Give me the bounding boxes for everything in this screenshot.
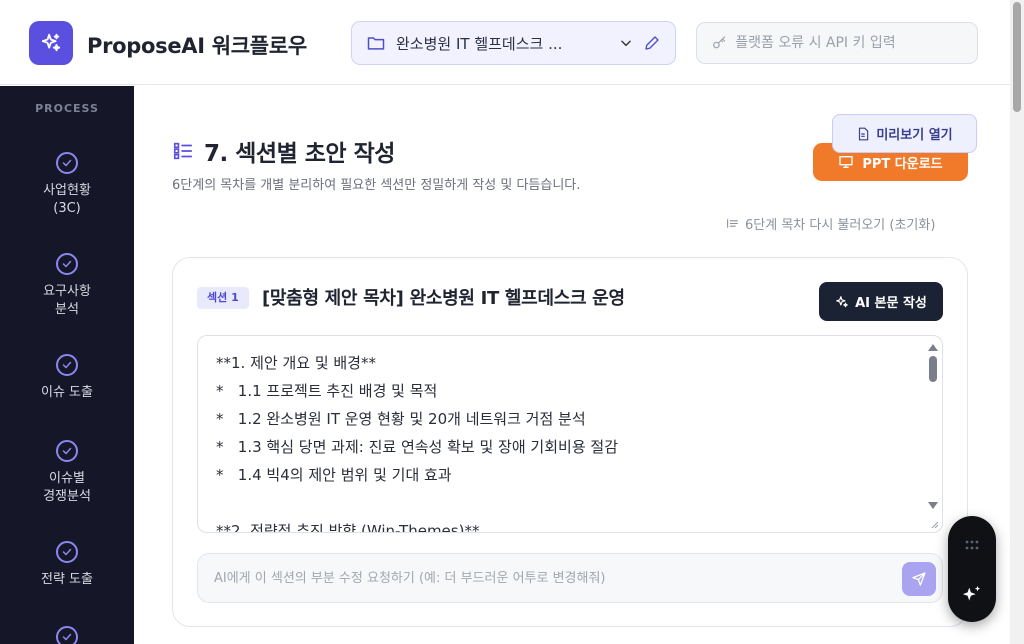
preview-open-label: 미리보기 열기 [876, 128, 953, 143]
sidebar-item-next[interactable] [0, 626, 134, 644]
sidebar-item-strategy[interactable]: 전략 도출 [0, 541, 134, 589]
sidebar-item-label: 분석 [55, 302, 79, 317]
main-content: 7. 섹션별 초안 작성 6단계의 목차를 개별 분리하여 필요한 섹션만 정밀… [134, 86, 1010, 644]
sidebar-item-issues[interactable]: 이슈 도출 [0, 354, 134, 402]
editor-content[interactable]: **1. 제안 개요 및 배경** * 1.1 프로젝트 추진 배경 및 목적 … [198, 349, 618, 533]
page-title-row: 7. 섹션별 초안 작성 [172, 134, 395, 168]
sidebar-item-label: 전략 도출 [41, 572, 93, 587]
page-scroll-thumb[interactable] [1013, 2, 1021, 112]
list-icon [173, 142, 193, 160]
reload-toc-link[interactable]: 6단계 목차 다시 불러오기 (초기화) [726, 214, 935, 233]
check-circle-icon [56, 152, 78, 174]
sidebar-item-label: 이슈 도출 [41, 385, 93, 400]
editor-scrollbar[interactable] [926, 340, 940, 530]
ppt-download-label: PPT 다운로드 [862, 156, 943, 172]
scroll-up-arrow[interactable] [928, 344, 938, 351]
sidebar-item-competition[interactable]: 이슈별 경쟁분석 [0, 440, 134, 506]
page-title: 7. 섹션별 초안 작성 [204, 141, 395, 167]
check-circle-icon [56, 354, 78, 376]
ai-edit-request-field[interactable] [197, 553, 943, 603]
editor-line: **2. 전략적 추진 방향 (Win-Themes)** [216, 522, 480, 533]
document-icon [859, 127, 869, 140]
app-logo [29, 21, 73, 65]
chevron-down-icon[interactable] [619, 36, 633, 50]
section-badge: 섹션 1 [197, 287, 249, 309]
api-key-field[interactable] [696, 22, 978, 64]
project-selector[interactable]: 완소병원 IT 헬프데스크 ... [351, 21, 676, 65]
check-circle-icon [56, 626, 78, 644]
sidebar-heading: PROCESS [35, 102, 99, 115]
sidebar-item-requirements[interactable]: 요구사항 분석 [0, 253, 134, 319]
sidebar-item-label: (3C) [53, 201, 81, 216]
sidebar-item-label: 사업현황 [43, 183, 91, 198]
app-title: ProposeAI 워크플로우 [87, 34, 307, 58]
sidebar-item-label: 요구사항 [43, 284, 91, 299]
sparkle-icon [41, 33, 61, 52]
key-icon [713, 36, 726, 49]
project-name: 완소병원 IT 헬프데스크 ... [396, 34, 563, 53]
section-editor[interactable]: **1. 제안 개요 및 배경** * 1.1 프로젝트 추진 배경 및 목적 … [197, 335, 943, 533]
sidebar-item-business-status[interactable]: 사업현황 (3C) [0, 152, 134, 218]
editor-line: * 1.2 완소병원 IT 운영 현황 및 20개 네트워크 거점 분석 [216, 410, 586, 428]
pencil-icon[interactable] [643, 34, 661, 52]
ai-write-button[interactable]: AI 본문 작성 [819, 282, 943, 321]
scroll-down-arrow[interactable] [928, 502, 938, 509]
editor-line: * 1.1 프로젝트 추진 배경 및 목적 [216, 382, 438, 400]
ai-edit-request-input[interactable] [214, 570, 894, 586]
preview-open-button[interactable]: 미리보기 열기 [832, 114, 977, 153]
sparkle-icon [836, 295, 848, 307]
process-sidebar: PROCESS 사업현황 (3C) 요구사항 분석 이슈 도출 이슈별 경쟁분석… [0, 86, 134, 644]
page-scrollbar[interactable] [1010, 0, 1024, 644]
folder-icon [367, 37, 385, 50]
resize-grip-icon[interactable] [929, 519, 939, 529]
sidebar-item-label: 이슈별 [49, 471, 85, 486]
check-circle-icon [56, 541, 78, 563]
editor-line: * 1.3 핵심 당면 과제: 진료 연속성 확보 및 장애 기회비용 절감 [216, 438, 618, 456]
drag-handle-icon[interactable] [965, 540, 979, 550]
section-title: [맞춤형 제안 목차] 완소병원 IT 헬프데스크 운영 [262, 288, 625, 309]
app-header: ProposeAI 워크플로우 완소병원 IT 헬프데스크 ... [0, 0, 1010, 85]
check-circle-icon [56, 440, 78, 462]
editor-line: * 1.4 빅4의 제안 범위 및 기대 효과 [216, 466, 452, 484]
floating-assistant-widget[interactable] [948, 516, 996, 622]
check-circle-icon [56, 253, 78, 275]
presentation-icon [839, 156, 854, 168]
sparkle-icon[interactable] [961, 584, 983, 606]
send-icon [912, 572, 926, 586]
editor-line: **1. 제안 개요 및 배경** [216, 354, 376, 372]
api-key-input[interactable] [735, 35, 963, 51]
reload-toc-label: 6단계 목차 다시 불러오기 (초기화) [745, 218, 936, 233]
section-card: 섹션 1 [맞춤형 제안 목차] 완소병원 IT 헬프데스크 운영 AI 본문 … [172, 257, 968, 627]
ai-write-label: AI 본문 작성 [855, 296, 927, 311]
page-subtitle: 6단계의 목차를 개별 분리하여 필요한 섹션만 정밀하게 작성 및 다듬습니다… [172, 178, 581, 193]
scroll-thumb[interactable] [929, 356, 937, 382]
list-reload-icon [727, 219, 738, 228]
sidebar-item-label: 경쟁분석 [43, 489, 91, 504]
send-button[interactable] [902, 562, 936, 596]
